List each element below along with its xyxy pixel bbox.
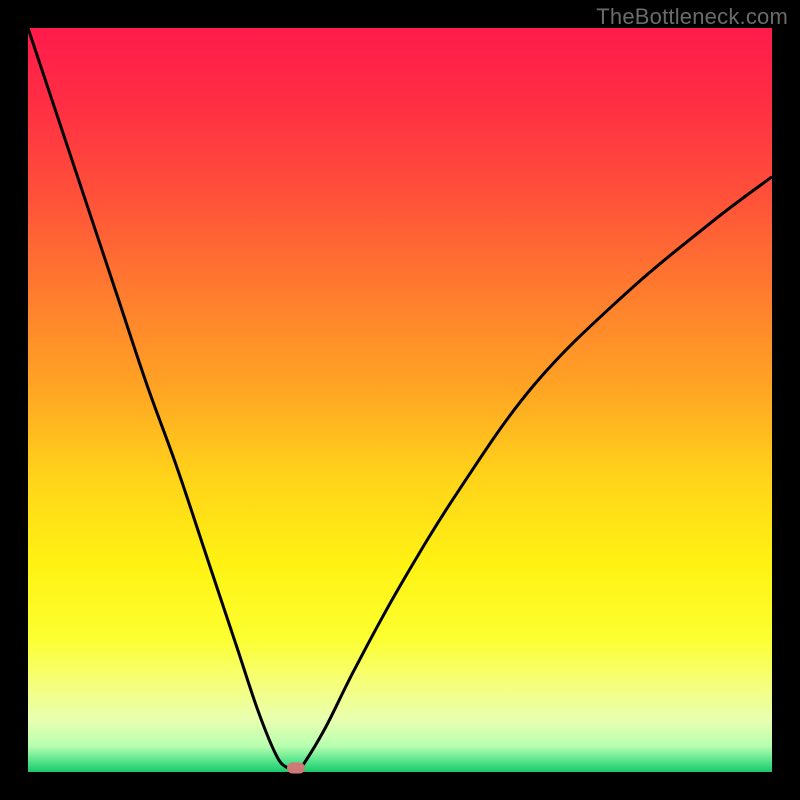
watermark-text: TheBottleneck.com [596, 4, 788, 30]
outer-frame: TheBottleneck.com [0, 0, 800, 800]
bottleneck-curve [28, 28, 772, 772]
curve-layer [28, 28, 772, 772]
optimal-point-marker [287, 763, 305, 774]
plot-area [28, 28, 772, 772]
